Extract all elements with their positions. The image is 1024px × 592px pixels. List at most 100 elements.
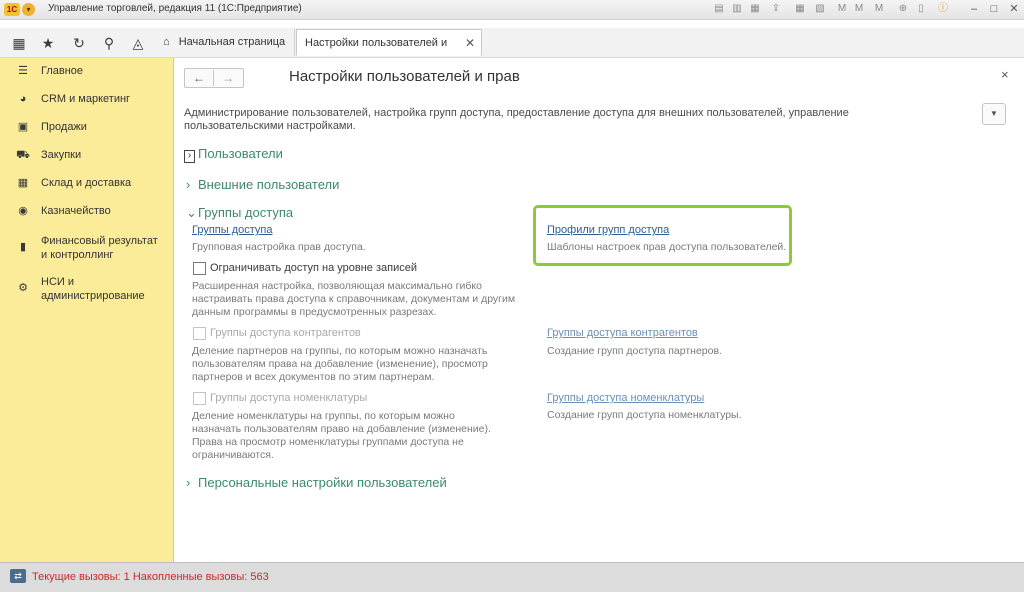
contractor-note-line-2: пользователям права на добавление (измен…	[192, 358, 488, 370]
restrict-note-line-3: данным программы в предусмотренных разре…	[192, 306, 437, 318]
sidebar-item-label: Продажи	[41, 121, 87, 133]
calculator-icon[interactable]: ▦	[794, 3, 806, 15]
sidebar-item-label: Финансовый результат и контроллинг	[41, 235, 158, 261]
maximize-icon[interactable]: □	[988, 3, 1000, 15]
restrict-note-line-1: Расширенная настройка, позволяющая макси…	[192, 280, 482, 292]
nomenclature-note-line-2: назначать пользователям право на добавле…	[192, 423, 491, 435]
form-description: Администрирование пользователей, настрой…	[184, 107, 849, 132]
bell-icon[interactable]: ◬	[129, 35, 147, 51]
more-actions-button[interactable]: ▼	[982, 103, 1006, 125]
group-users-label: Пользователи	[198, 146, 283, 161]
print-icon[interactable]: ▤	[713, 3, 725, 15]
forward-button[interactable]: →	[214, 70, 242, 86]
back-button[interactable]: ←	[185, 70, 214, 86]
profiles-note: Шаблоны настроек прав доступа пользовате…	[547, 241, 787, 253]
sidebar-item-admin[interactable]: ⚙ НСИ и администрирование	[0, 275, 173, 305]
nomenclature-note-line-3: Права на просмотр номенклатуры группами …	[192, 436, 464, 448]
nomenclature-groups-checkbox[interactable]	[193, 392, 206, 405]
memory-mminus-icon[interactable]: M	[873, 3, 885, 15]
contractor-groups-checkbox[interactable]	[193, 327, 206, 340]
sidebar-item-label: НСИ и администрирование	[41, 276, 145, 302]
group-access-groups[interactable]: ⌄Группы доступа	[186, 205, 293, 221]
group-personal-settings[interactable]: › Персональные настройки пользователей	[186, 475, 447, 490]
menu-lines-icon: ☰	[18, 65, 28, 77]
nomenclature-groups-link[interactable]: Группы доступа номенклатуры	[547, 392, 704, 404]
memory-mplus-icon[interactable]: M	[853, 3, 865, 15]
gear-icon: ⚙	[18, 282, 28, 294]
restrict-note-line-2: настраивать права доступа к справочникам…	[192, 293, 516, 305]
status-bar: ⇄ Текущие вызовы: 1 Накопленные вызовы: …	[0, 562, 1024, 592]
page-title: Настройки пользователей и прав	[289, 68, 520, 85]
search-icon[interactable]: ⚲	[100, 35, 118, 51]
status-text: Текущие вызовы: 1 Накопленные вызовы: 56…	[32, 571, 269, 583]
favorites-star-icon[interactable]: ★	[39, 35, 57, 51]
restrict-records-checkbox[interactable]	[193, 262, 206, 275]
app-logo-icon: 1С	[4, 3, 20, 16]
bag-icon: ▣	[17, 121, 29, 133]
panels-icon[interactable]: ▯	[915, 3, 927, 15]
window-title: Управление торговлей, редакция 11 (1С:Пр…	[48, 3, 302, 14]
nomenclature-note-line-1: Деление номенклатуры на группы, по котор…	[192, 410, 455, 422]
chevron-right-icon: ›	[184, 150, 195, 163]
sidebar-item-label: Склад и доставка	[41, 177, 132, 189]
close-form-button[interactable]: ×	[1001, 67, 1009, 82]
bar-chart-icon: ▮	[19, 241, 27, 253]
sidebar-item-label: Казначейство	[41, 205, 111, 217]
sidebar-item-treasury[interactable]: ◉ Казначейство	[0, 204, 173, 222]
chevron-right-icon: ›	[186, 475, 191, 490]
contractor-note-line-3: партнеров и всех документов по этим парт…	[192, 371, 435, 383]
chevron-right-icon: ›	[186, 177, 191, 192]
group-personal-settings-label: Персональные настройки пользователей	[198, 475, 447, 490]
apps-grid-icon[interactable]: ▦	[10, 35, 28, 51]
chevron-down-icon: ⌄	[186, 205, 197, 220]
nomenclature-groups-link-note: Создание групп доступа номенклатуры.	[547, 409, 742, 421]
sidebar-item-label: Главное	[41, 65, 84, 77]
sidebar-item-finance[interactable]: ▮ Финансовый результат и контроллинг	[0, 234, 173, 264]
close-tab-icon[interactable]: ✕	[465, 30, 475, 57]
group-users[interactable]: › Пользователи	[184, 146, 283, 163]
contractor-groups-link-note: Создание групп доступа партнеров.	[547, 345, 722, 357]
grid-icon: ▦	[17, 177, 29, 189]
access-groups-note: Групповая настройка прав доступа.	[192, 241, 366, 253]
calendar-icon[interactable]: ▧	[814, 3, 826, 15]
profiles-link[interactable]: Профили групп доступа	[547, 224, 669, 236]
window-titlebar: 1С ▾ Управление торговлей, редакция 11 (…	[0, 0, 1024, 20]
group-external-users-label: Внешние пользователи	[198, 177, 340, 192]
restrict-records-label: Ограничивать доступ на уровне записей	[210, 262, 418, 274]
memory-m-icon[interactable]: M	[836, 3, 848, 15]
zoom-icon[interactable]: ⊕	[897, 3, 909, 15]
access-groups-link[interactable]: Группы доступа	[192, 224, 272, 236]
tab-user-settings[interactable]: Настройки пользователей и прав ✕	[296, 29, 482, 76]
sidebar-item-label: CRM и маркетинг	[41, 93, 131, 105]
section-toolbar: ▦ ★ ↻ ⚲ ◬	[0, 28, 1024, 58]
contractor-groups-label: Группы доступа контрагентов	[210, 327, 361, 339]
nomenclature-groups-label: Группы доступа номенклатуры	[210, 392, 368, 404]
link-icon[interactable]: ⇪	[770, 3, 782, 15]
sidebar-item-purchases[interactable]: ⛟ Закупки	[0, 148, 173, 166]
contractor-groups-link[interactable]: Группы доступа контрагентов	[547, 327, 698, 339]
info-icon[interactable]: ⓘ	[937, 3, 949, 15]
sidebar-item-warehouse[interactable]: ▦ Склад и доставка	[0, 176, 173, 194]
pie-chart-icon: ◕	[19, 93, 27, 105]
tab-home[interactable]: ⌂ Начальная страница	[155, 29, 295, 56]
group-access-groups-label: Группы доступа	[198, 205, 294, 220]
nav-buttons: ← →	[184, 68, 244, 88]
sidebar-item-crm[interactable]: ◕ CRM и маркетинг	[0, 92, 173, 110]
sidebar: ☰ Главное ◕ CRM и маркетинг ▣ Продажи ⛟ …	[0, 58, 174, 562]
save-icon[interactable]: ▦	[749, 3, 761, 15]
contractor-note-line-1: Деление партнеров на группы, по которым …	[192, 345, 488, 357]
minimize-icon[interactable]: –	[968, 3, 980, 15]
main-menu-button[interactable]: ▾	[22, 3, 35, 16]
sidebar-item-label: Закупки	[41, 149, 82, 161]
server-calls-icon[interactable]: ⇄	[10, 569, 26, 583]
sidebar-item-sales[interactable]: ▣ Продажи	[0, 120, 173, 138]
nomenclature-note-line-4: ограничиваются.	[192, 449, 274, 461]
home-icon: ⌂	[163, 36, 170, 48]
group-external-users[interactable]: › Внешние пользователи	[186, 177, 339, 192]
history-icon[interactable]: ↻	[70, 35, 88, 51]
close-window-icon[interactable]: ✕	[1008, 3, 1020, 15]
tab-home-label: Начальная страница	[178, 36, 286, 48]
cart-icon: ⛟	[16, 149, 30, 161]
print-preview-icon[interactable]: ▥	[731, 3, 743, 15]
sidebar-item-main[interactable]: ☰ Главное	[0, 64, 173, 82]
